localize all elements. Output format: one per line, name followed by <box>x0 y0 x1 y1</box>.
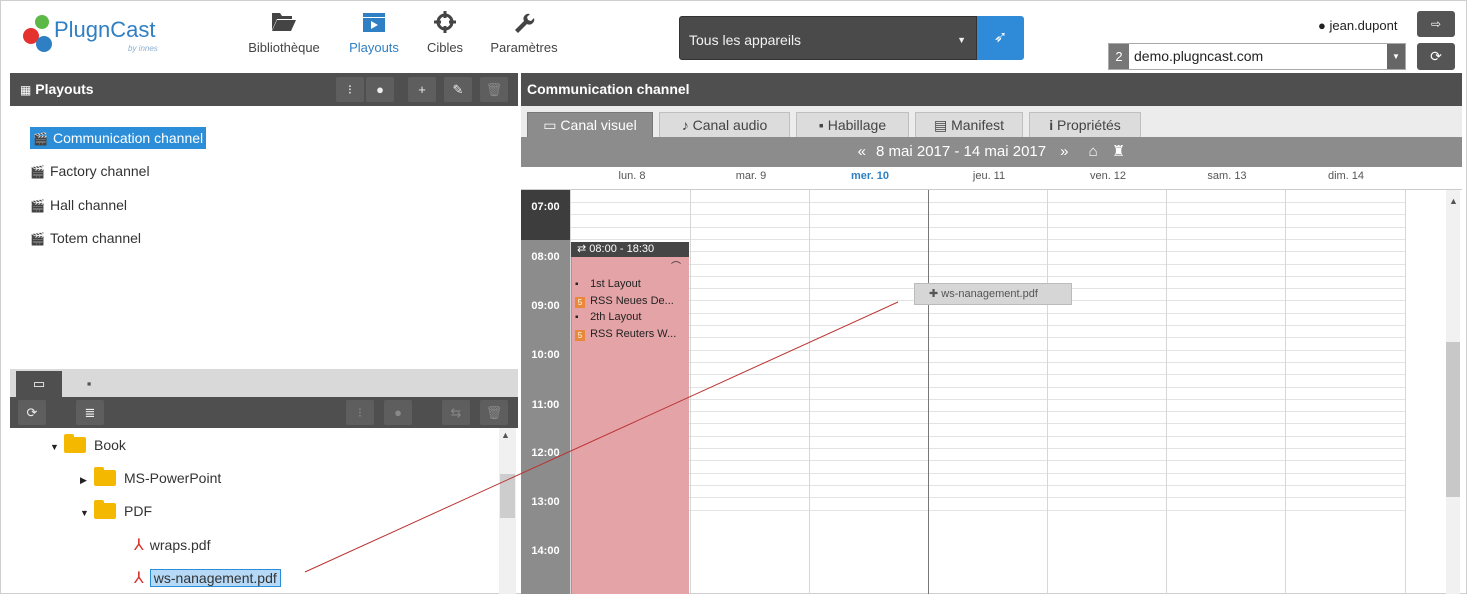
calendar-scroll-thumb[interactable] <box>1446 342 1460 497</box>
drag-line <box>304 301 899 573</box>
scroll-up-icon[interactable]: ▲ <box>1449 196 1458 206</box>
